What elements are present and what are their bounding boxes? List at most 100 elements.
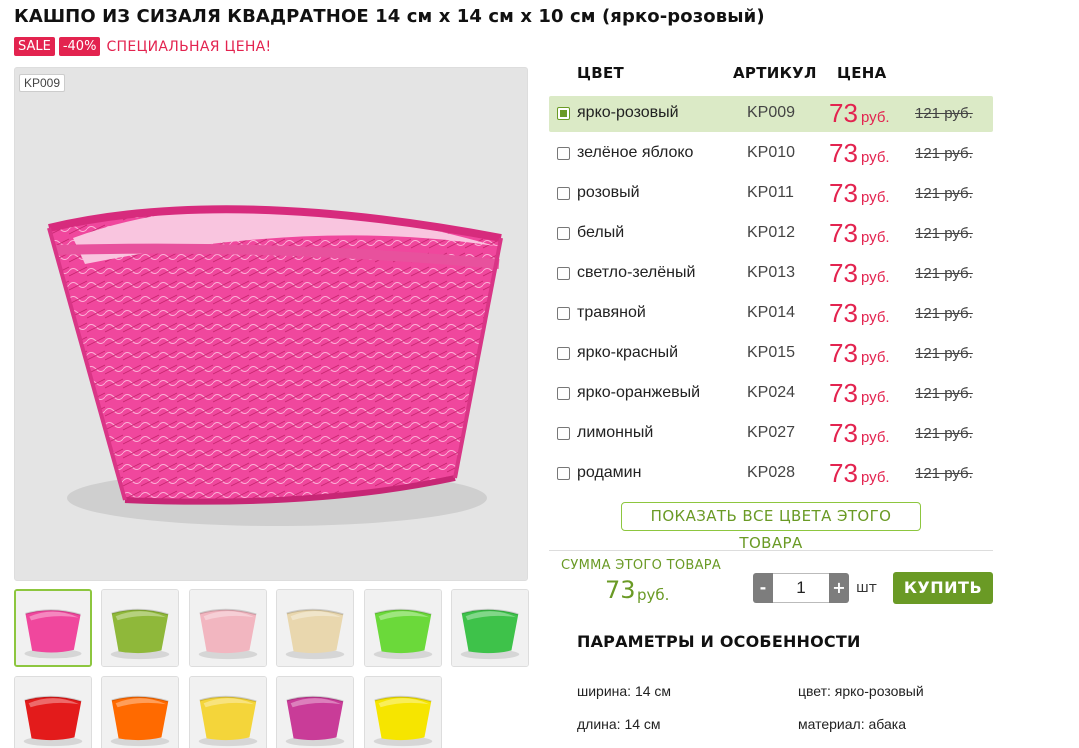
thumbnail-basket-image (189, 677, 266, 748)
variant-color-name: родамин (577, 464, 642, 481)
variant-checkbox[interactable] (557, 427, 570, 440)
variant-color-name: лимонный (577, 424, 654, 441)
variant-row[interactable]: ярко-оранжевый KP024 73 руб. 121 руб. (549, 376, 993, 412)
photo-sku-tag: KP009 (19, 74, 66, 92)
variant-checkbox[interactable] (557, 107, 570, 120)
variant-checkbox[interactable] (557, 467, 570, 480)
thumbnail-basket-image (364, 590, 441, 666)
thumbnail-basket-image (277, 677, 354, 748)
column-header-price: ЦЕНА (837, 64, 887, 82)
variant-price: 73 (829, 418, 858, 448)
quantity-increase-button[interactable]: + (829, 573, 849, 603)
variant-price: 73 (829, 218, 858, 248)
variant-row[interactable]: светло-зелёный KP013 73 руб. 121 руб. (549, 256, 993, 292)
variant-old-price: 121 руб. (915, 145, 973, 162)
special-price-label: СПЕЦИАЛЬНАЯ ЦЕНА! (106, 38, 272, 55)
variant-row[interactable]: ярко-розовый KP009 73 руб. 121 руб. (549, 96, 993, 132)
variant-checkbox[interactable] (557, 267, 570, 280)
variant-currency: руб. (861, 469, 890, 486)
variant-row[interactable]: лимонный KP027 73 руб. 121 руб. (549, 416, 993, 452)
variant-sku: KP011 (747, 184, 794, 201)
variant-row[interactable]: зелёное яблоко KP010 73 руб. 121 руб. (549, 136, 993, 172)
variant-row[interactable]: травяной KP014 73 руб. 121 руб. (549, 296, 993, 332)
sale-badge: SALE (14, 37, 55, 56)
variant-price: 73 (829, 378, 858, 408)
thumbnail[interactable] (14, 676, 92, 748)
variant-color-name: зелёное яблоко (577, 144, 694, 161)
variant-color-name: розовый (577, 184, 640, 201)
thumbnail-basket-image (15, 677, 91, 748)
quantity-decrease-button[interactable]: - (753, 573, 773, 603)
variant-currency: руб. (861, 189, 890, 206)
thumbnail[interactable] (188, 676, 267, 748)
quantity-stepper: - + (753, 573, 849, 603)
thumbnail[interactable] (363, 676, 442, 748)
variant-old-price: 121 руб. (915, 465, 973, 482)
buy-button[interactable]: КУПИТЬ (893, 572, 993, 604)
column-header-color: ЦВЕТ (577, 64, 625, 82)
variant-currency: руб. (861, 109, 890, 126)
sale-row: SALE -40% СПЕЦИАЛЬНАЯ ЦЕНА! (14, 37, 271, 56)
variant-sku: KP027 (747, 424, 796, 441)
sisal-basket-image (47, 205, 503, 526)
variant-row[interactable]: белый KP012 73 руб. 121 руб. (549, 216, 993, 252)
column-header-sku: АРТИКУЛ (733, 64, 817, 82)
variant-sku: KP010 (747, 144, 796, 161)
variant-color-name: ярко-розовый (577, 104, 679, 121)
variant-row[interactable]: ярко-красный KP015 73 руб. 121 руб. (549, 336, 993, 372)
variant-old-price: 121 руб. (915, 385, 973, 402)
variant-currency: руб. (861, 429, 890, 446)
variant-currency: руб. (861, 269, 890, 286)
variant-color-name: ярко-оранжевый (577, 384, 701, 401)
variant-old-price: 121 руб. (915, 225, 973, 242)
variant-color-name: травяной (577, 304, 646, 321)
variant-checkbox[interactable] (557, 187, 570, 200)
variant-sku: KP024 (747, 384, 796, 401)
quantity-input[interactable] (773, 573, 829, 603)
thumbnail[interactable] (451, 589, 529, 667)
variant-color-name: ярко-красный (577, 344, 679, 361)
variant-old-price: 121 руб. (915, 305, 973, 322)
variant-row[interactable]: розовый KP011 73 руб. 121 руб. (549, 176, 993, 212)
variant-checkbox[interactable] (557, 147, 570, 160)
variant-sku: KP028 (747, 464, 796, 481)
thumbnail[interactable] (101, 676, 180, 748)
variant-currency: руб. (861, 309, 890, 326)
variant-price: 73 (829, 458, 858, 488)
variant-price: 73 (829, 98, 858, 128)
divider (549, 550, 993, 551)
show-all-colors-button[interactable]: ПОКАЗАТЬ ВСЕ ЦВЕТА ЭТОГО ТОВАРА (621, 502, 921, 552)
param-length: длина: 14 см (577, 716, 661, 732)
variant-checkbox[interactable] (557, 307, 570, 320)
main-product-photo[interactable]: KP009 (14, 67, 528, 581)
variant-price: 73 (829, 258, 858, 288)
sum-currency: руб. (637, 586, 670, 604)
variant-old-price: 121 руб. (915, 105, 973, 122)
params-heading: ПАРАМЕТРЫ И ОСОБЕННОСТИ (577, 632, 861, 651)
thumbnail[interactable] (276, 589, 355, 667)
variant-checkbox[interactable] (557, 387, 570, 400)
variant-currency: руб. (861, 149, 890, 166)
variant-currency: руб. (861, 389, 890, 406)
variant-checkbox[interactable] (557, 227, 570, 240)
discount-badge: -40% (58, 37, 101, 56)
variant-price: 73 (829, 298, 858, 328)
thumbnail-basket-image (189, 590, 266, 666)
thumbnail[interactable] (363, 589, 442, 667)
thumbnail[interactable] (14, 589, 92, 667)
variant-old-price: 121 руб. (915, 265, 973, 282)
thumbnail[interactable] (276, 676, 355, 748)
thumbnail[interactable] (101, 589, 180, 667)
product-title: КАШПО ИЗ СИЗАЛЯ КВАДРАТНОЕ 14 см х 14 см… (14, 6, 765, 27)
variant-old-price: 121 руб. (915, 185, 973, 202)
param-color: цвет: ярко-розовый (798, 683, 924, 699)
variant-currency: руб. (861, 349, 890, 366)
variant-price: 73 (829, 138, 858, 168)
quantity-unit: шт (856, 580, 877, 596)
variant-row[interactable]: родамин KP028 73 руб. 121 руб. (549, 456, 993, 492)
thumbnail-basket-image (102, 590, 179, 666)
thumbnail[interactable] (188, 589, 267, 667)
variant-sku: KP012 (747, 224, 796, 241)
thumbnail-basket-image (452, 590, 528, 666)
variant-checkbox[interactable] (557, 347, 570, 360)
